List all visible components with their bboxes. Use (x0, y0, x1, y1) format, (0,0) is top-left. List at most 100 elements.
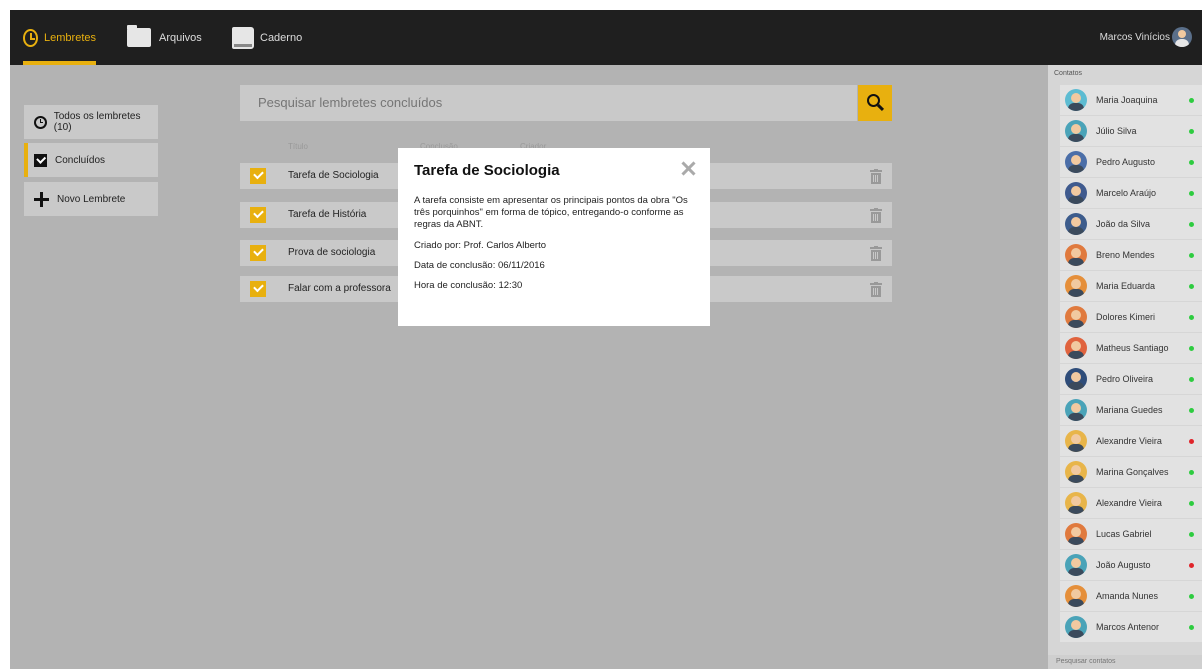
avatar-icon (1065, 461, 1087, 483)
online-status-icon (1189, 532, 1194, 537)
contact-item[interactable]: Matheus Santiago (1060, 333, 1202, 363)
sidebar-item-label: Todos os lembretes (10) (53, 111, 141, 133)
user-name[interactable]: Marcos Vinícios (1100, 10, 1170, 65)
checkbox-checked-icon[interactable] (250, 207, 266, 223)
avatar-icon (1065, 89, 1087, 111)
modal-title: Tarefa de Sociologia (414, 162, 560, 179)
offline-status-icon (1189, 563, 1194, 568)
online-status-icon (1189, 501, 1194, 506)
avatar-icon (1065, 523, 1087, 545)
column-header-title[interactable]: Título (288, 142, 308, 151)
tab-lembretes[interactable]: Lembretes (23, 10, 96, 65)
contact-item[interactable]: Maria Eduarda (1060, 271, 1202, 301)
contact-name: Maria Joaquina (1096, 95, 1158, 105)
contact-item[interactable]: Marina Gonçalves (1060, 457, 1202, 487)
contact-name: Pedro Oliveira (1096, 374, 1154, 384)
contact-name: Amanda Nunes (1096, 591, 1159, 601)
top-nav-bar: Lembretes Arquivos Caderno Marcos Viníci… (10, 10, 1202, 65)
checkbox-checked-icon[interactable] (250, 245, 266, 261)
online-status-icon (1189, 98, 1194, 103)
sidebar-item-label: Novo Lembrete (57, 193, 126, 205)
contact-item[interactable]: Marcos Antenor (1060, 612, 1202, 642)
avatar-icon (1065, 213, 1087, 235)
task-title: Falar com a professora (288, 283, 391, 294)
contact-name: João da Silva (1096, 219, 1151, 229)
contact-name: Lucas Gabriel (1096, 529, 1152, 539)
contact-name: João Augusto (1096, 560, 1151, 570)
contact-item[interactable]: Júlio Silva (1060, 116, 1202, 146)
contact-item[interactable]: Mariana Guedes (1060, 395, 1202, 425)
sidebar-item-completed[interactable]: Concluídos (24, 143, 158, 177)
contact-name: Marcos Antenor (1096, 622, 1160, 632)
online-status-icon (1189, 129, 1194, 134)
contact-name: Breno Mendes (1096, 250, 1155, 260)
close-icon[interactable] (680, 160, 696, 176)
contact-name: Maria Eduarda (1096, 281, 1156, 291)
contact-item[interactable]: Breno Mendes (1060, 240, 1202, 270)
avatar-icon (1065, 275, 1087, 297)
contact-item[interactable]: Lucas Gabriel (1060, 519, 1202, 549)
online-status-icon (1189, 625, 1194, 630)
avatar-icon (1065, 244, 1087, 266)
sidebar-item-new-reminder[interactable]: Novo Lembrete (24, 182, 158, 216)
tab-arquivos[interactable]: Arquivos (127, 10, 202, 65)
contact-item[interactable]: Alexandre Vieira (1060, 488, 1202, 518)
contact-item[interactable]: Maria Joaquina (1060, 85, 1202, 115)
avatar-icon (1065, 430, 1087, 452)
modal-completion-date: Data de conclusão: 06/11/2016 (414, 260, 545, 271)
avatar-icon (1065, 306, 1087, 328)
online-status-icon (1189, 315, 1194, 320)
trash-icon[interactable] (870, 282, 882, 297)
sidebar-item-all-reminders[interactable]: Todos os lembretes (10) (24, 105, 158, 139)
task-detail-modal: Tarefa de Sociologia A tarefa consiste e… (398, 148, 710, 326)
online-status-icon (1189, 470, 1194, 475)
avatar-icon (1065, 337, 1087, 359)
avatar-icon (1065, 399, 1087, 421)
online-status-icon (1189, 222, 1194, 227)
contact-item[interactable]: Pedro Augusto (1060, 147, 1202, 177)
tab-caderno[interactable]: Caderno (232, 10, 302, 65)
checkbox-checked-icon[interactable] (250, 168, 266, 184)
contacts-search-input[interactable] (1048, 655, 1202, 669)
task-title: Tarefa de Sociologia (288, 170, 379, 181)
contact-name: Pedro Augusto (1096, 157, 1156, 167)
contact-name: Mariana Guedes (1096, 405, 1163, 415)
user-avatar-icon[interactable] (1172, 27, 1192, 47)
contact-item[interactable]: Amanda Nunes (1060, 581, 1202, 611)
avatar-icon (1065, 120, 1087, 142)
avatar-icon (1065, 492, 1087, 514)
modal-completion-time: Hora de conclusão: 12:30 (414, 280, 523, 291)
search-button[interactable] (858, 85, 892, 121)
clock-icon (34, 115, 47, 129)
contact-name: Alexandre Vieira (1096, 436, 1162, 446)
online-status-icon (1189, 160, 1194, 165)
checkbox-icon (34, 153, 47, 167)
contacts-panel: Contatos Maria Joaquina Júlio Silva Pedro … (1048, 65, 1202, 669)
tab-label: Caderno (260, 31, 303, 44)
online-status-icon (1189, 284, 1194, 289)
avatar-icon (1065, 182, 1087, 204)
contacts-header: Contatos (1054, 70, 1083, 77)
clock-icon (23, 28, 39, 47)
modal-description: A tarefa consiste em apresentar os princ… (414, 195, 688, 230)
contact-name: Matheus Santiago (1096, 343, 1169, 353)
contact-item[interactable]: Alexandre Vieira (1060, 426, 1202, 456)
contact-name: Marcelo Araújo (1096, 188, 1157, 198)
search-input[interactable] (240, 85, 857, 121)
online-status-icon (1189, 594, 1194, 599)
contact-item[interactable]: João Augusto (1060, 550, 1202, 580)
offline-status-icon (1189, 439, 1194, 444)
contact-item[interactable]: João da Silva (1060, 209, 1202, 239)
avatar-icon (1065, 616, 1087, 638)
contact-item[interactable]: Dolores Kimeri (1060, 302, 1202, 332)
contact-item[interactable]: Pedro Oliveira (1060, 364, 1202, 394)
online-status-icon (1189, 346, 1194, 351)
online-status-icon (1189, 408, 1194, 413)
trash-icon[interactable] (870, 169, 882, 184)
trash-icon[interactable] (870, 246, 882, 261)
trash-icon[interactable] (870, 208, 882, 223)
tab-label: Arquivos (159, 31, 202, 44)
checkbox-checked-icon[interactable] (250, 281, 266, 297)
avatar-icon (1065, 554, 1087, 576)
contact-item[interactable]: Marcelo Araújo (1060, 178, 1202, 208)
